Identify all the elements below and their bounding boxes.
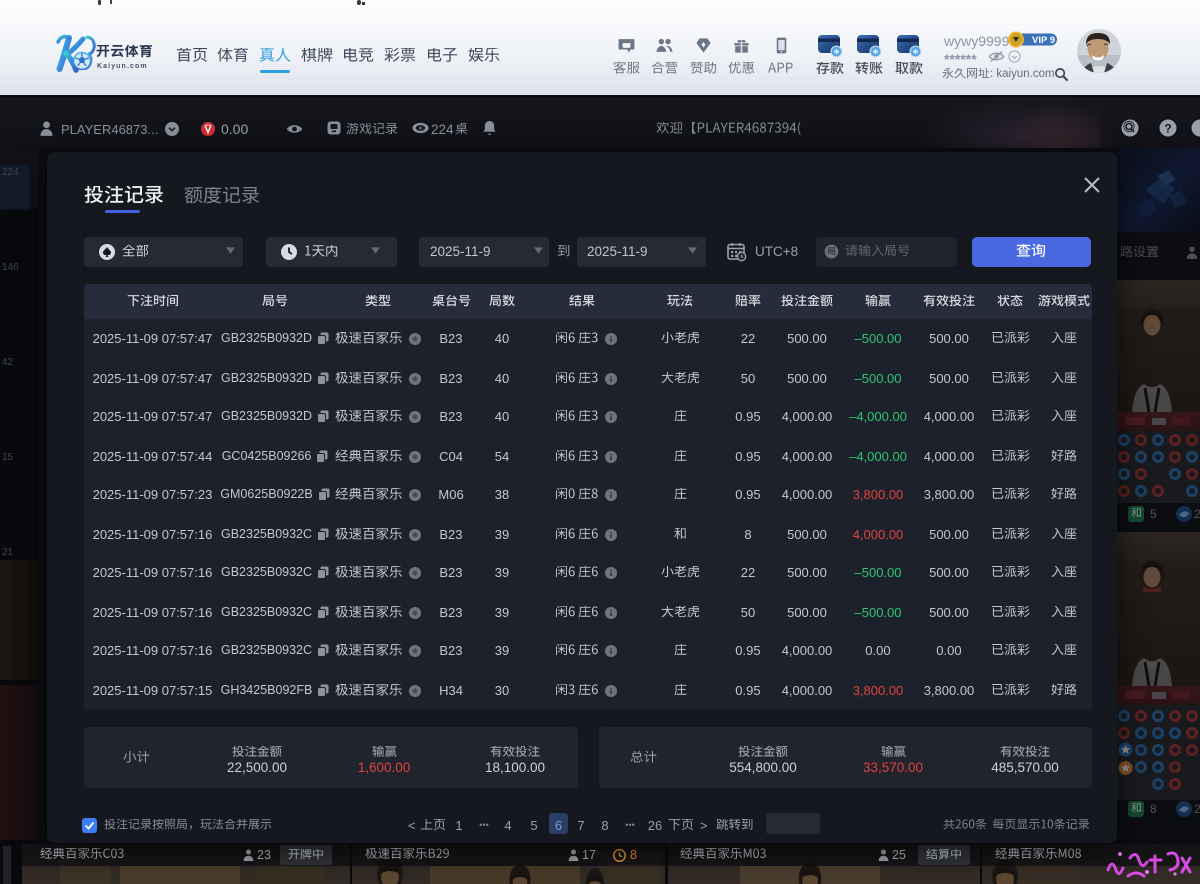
svg-text:VIP 9: VIP 9 (1032, 35, 1055, 46)
svg-text:?: ? (1164, 122, 1171, 136)
